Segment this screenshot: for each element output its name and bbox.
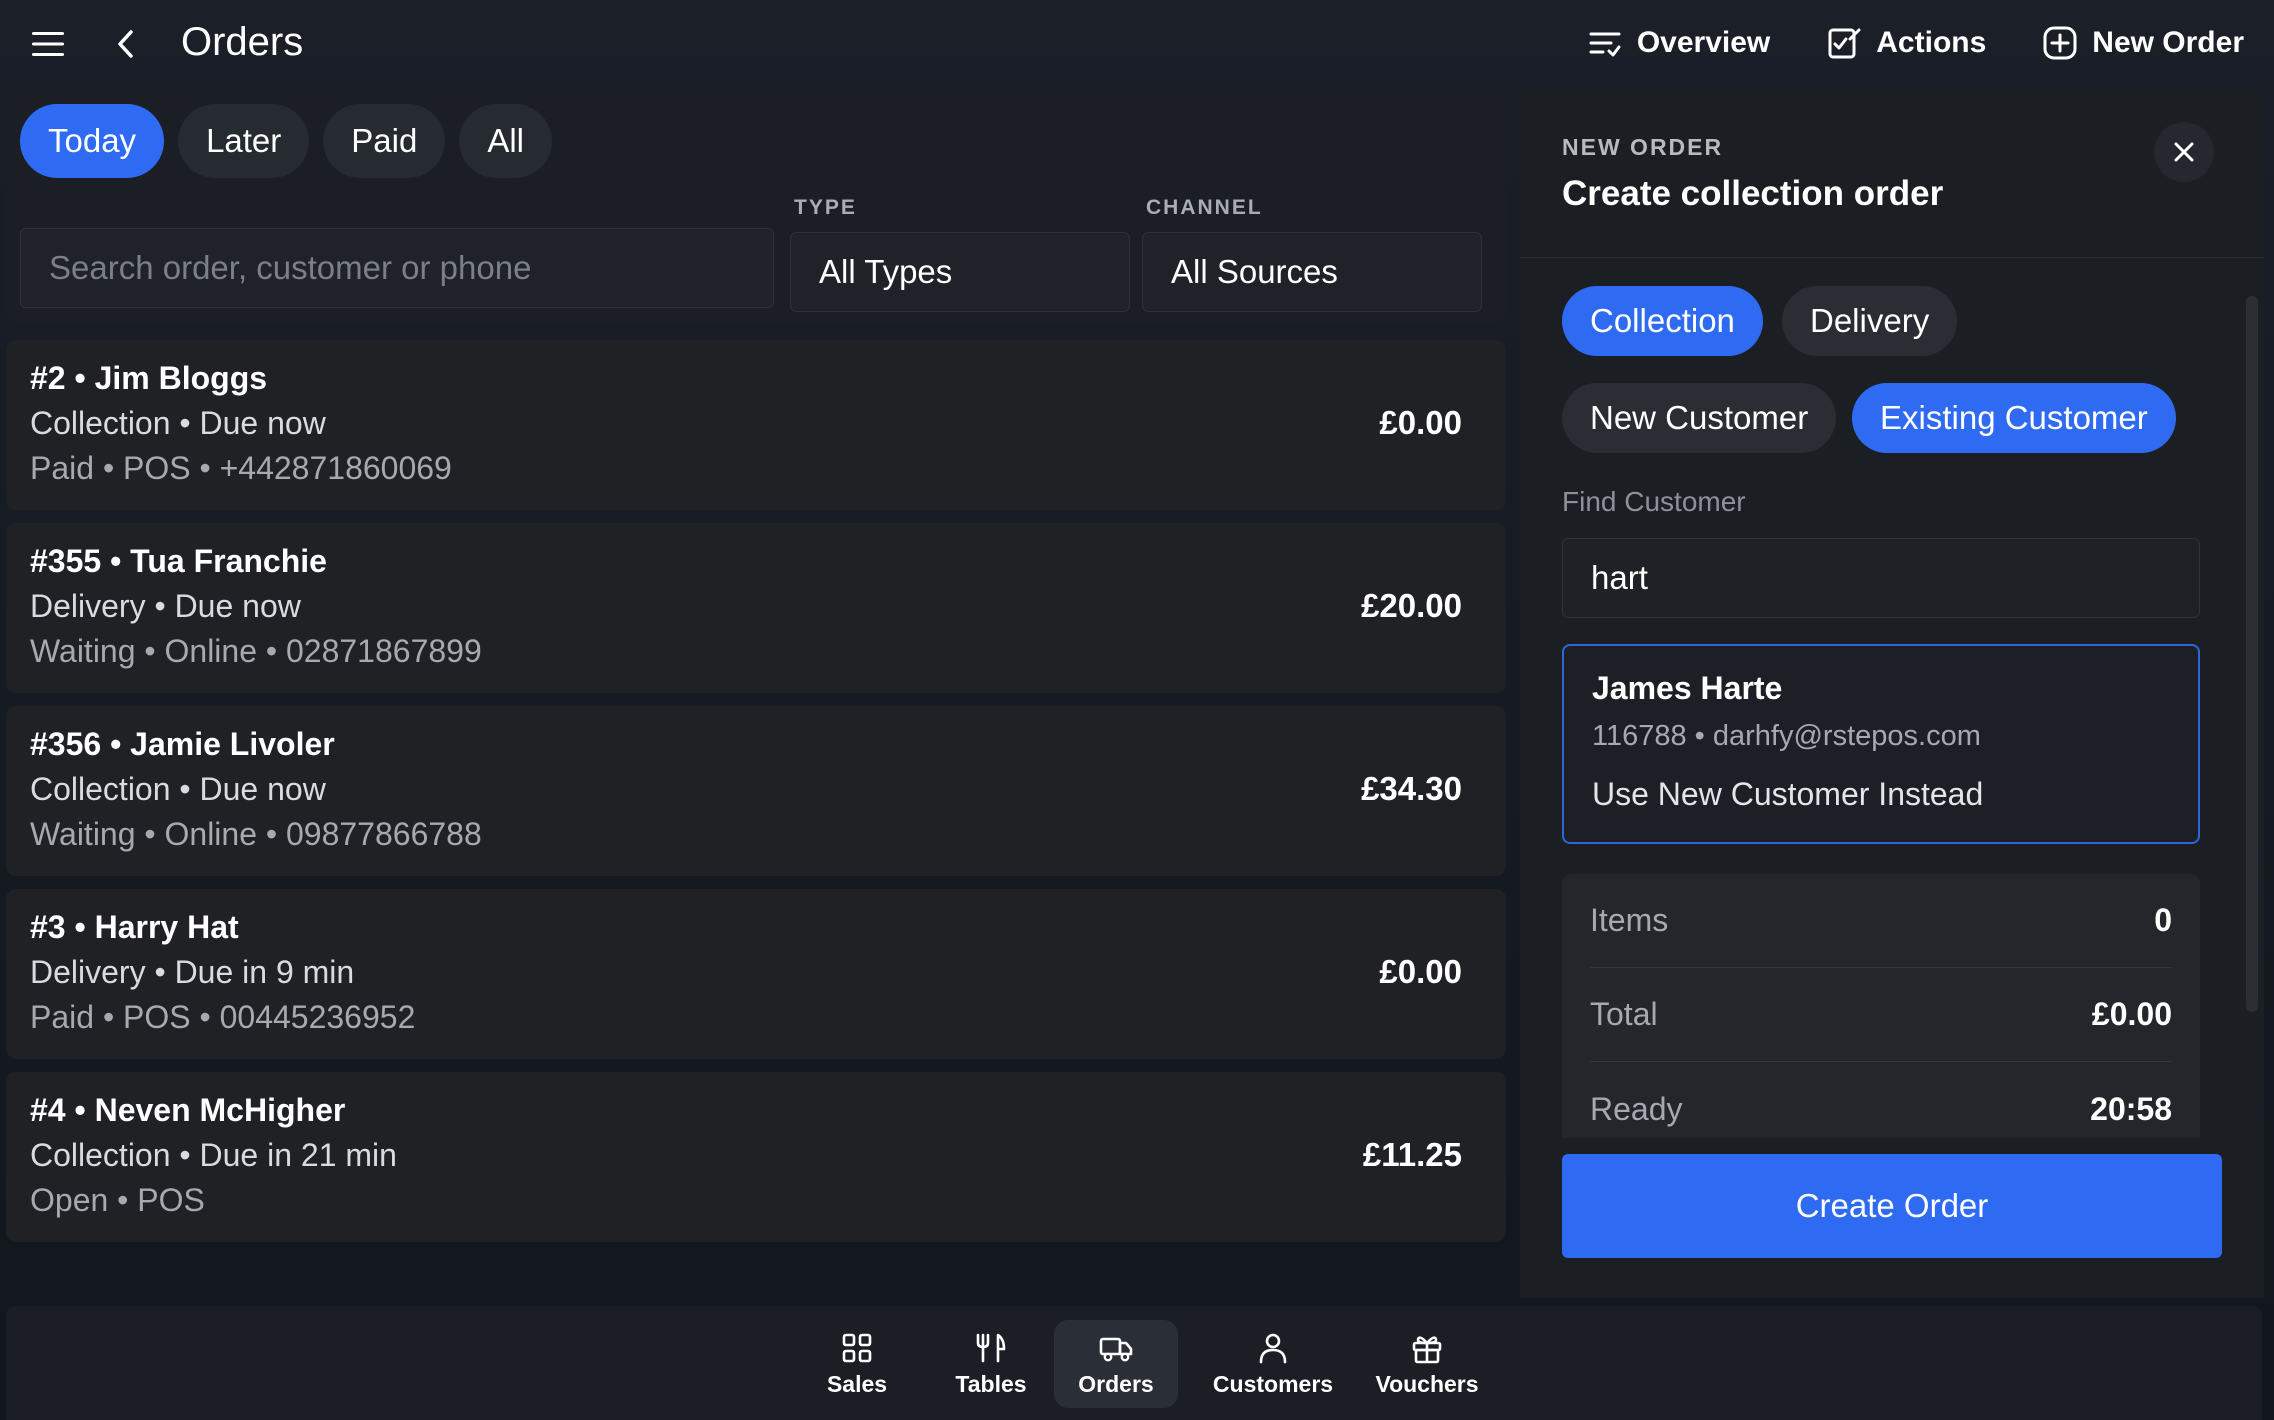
order-status-meta: Paid • POS • 00445236952 bbox=[30, 999, 416, 1035]
summary-key: Ready bbox=[1590, 1090, 1683, 1127]
order-type-due: Delivery • Due in 9 min bbox=[30, 954, 355, 990]
tab-today[interactable]: Today bbox=[20, 104, 165, 178]
tab-paid[interactable]: Paid bbox=[323, 104, 446, 178]
summary-items-row: Items 0 bbox=[1590, 874, 2172, 968]
order-title: #4 • Neven McHigher bbox=[30, 1092, 346, 1128]
cutlery-icon bbox=[976, 1333, 1006, 1362]
order-row[interactable]: #355 • Tua Franchie Delivery • Due now W… bbox=[6, 523, 1506, 693]
nav-label: Orders bbox=[1078, 1370, 1154, 1397]
close-icon bbox=[2174, 142, 2194, 162]
new-order-eyebrow: NEW ORDER bbox=[1562, 134, 1724, 160]
use-new-customer-link[interactable]: Use New Customer Instead bbox=[1592, 776, 1983, 813]
overview-label: Overview bbox=[1636, 26, 1771, 59]
person-icon bbox=[1259, 1333, 1287, 1363]
type-select[interactable]: All Types bbox=[790, 232, 1130, 312]
order-amount: £0.00 bbox=[1379, 953, 1462, 990]
date-tabs: Today Later Paid All bbox=[20, 104, 553, 178]
customer-result[interactable]: James Harte 116788 • darhfy@rstepos.com … bbox=[1562, 644, 2200, 844]
order-type-due: Delivery • Due now bbox=[30, 588, 301, 624]
order-amount: £0.00 bbox=[1379, 404, 1462, 441]
summary-key: Items bbox=[1590, 902, 1669, 938]
order-amount: £34.30 bbox=[1361, 770, 1462, 807]
order-row[interactable]: #4 • Neven McHigher Collection • Due in … bbox=[6, 1072, 1506, 1242]
page-title: Orders bbox=[181, 20, 304, 64]
new-order-title: Create collection order bbox=[1562, 174, 1944, 213]
panel-scrollbar[interactable] bbox=[2246, 296, 2258, 1012]
summary-key: Total bbox=[1590, 996, 1658, 1032]
filters-bar: Today Later Paid All Search order, custo… bbox=[6, 88, 1506, 324]
order-type-due: Collection • Due now bbox=[30, 771, 326, 807]
header-actions: Overview Actions New Order bbox=[1587, 14, 2244, 72]
top-bar: Orders Overview Actions New Order bbox=[0, 0, 2274, 88]
summary-ready-row: Ready 20:58 bbox=[1590, 1062, 2172, 1138]
app-root: Orders Overview Actions New Order Today … bbox=[0, 0, 2274, 1420]
delivery-toggle[interactable]: Delivery bbox=[1782, 286, 1958, 356]
grid-icon bbox=[842, 1333, 872, 1362]
nav-label: Vouchers bbox=[1375, 1370, 1479, 1397]
nav-label: Sales bbox=[826, 1370, 888, 1397]
actions-label: Actions bbox=[1876, 26, 1987, 59]
order-amount: £11.25 bbox=[1362, 1136, 1462, 1173]
customer-details: 116788 • darhfy@rstepos.com bbox=[1592, 720, 1981, 752]
order-amount: £20.00 bbox=[1361, 587, 1462, 624]
new-order-header: NEW ORDER Create collection order bbox=[1520, 88, 2264, 258]
channel-select[interactable]: All Sources bbox=[1142, 232, 1482, 312]
order-row[interactable]: #2 • Jim Bloggs Collection • Due now Pai… bbox=[6, 340, 1506, 510]
order-summary: Items 0 Total £0.00 Ready 20:58 bbox=[1562, 874, 2200, 1138]
orders-panel: Today Later Paid All Search order, custo… bbox=[6, 88, 1506, 1298]
menu-icon[interactable] bbox=[18, 14, 78, 74]
order-row[interactable]: #356 • Jamie Livoler Collection • Due no… bbox=[6, 706, 1506, 876]
bottom-nav: Sales Tables Orders Customers Vouchers bbox=[6, 1306, 2262, 1420]
close-button[interactable] bbox=[2154, 122, 2214, 182]
order-title: #3 • Harry Hat bbox=[30, 909, 239, 945]
existing-customer-toggle[interactable]: Existing Customer bbox=[1852, 383, 2176, 453]
type-label: TYPE bbox=[794, 196, 857, 219]
summary-value: 0 bbox=[2154, 902, 2172, 938]
nav-tables[interactable]: Tables bbox=[936, 1320, 1046, 1408]
new-customer-toggle[interactable]: New Customer bbox=[1562, 383, 1837, 453]
new-order-panel: NEW ORDER Create collection order Collec… bbox=[1520, 88, 2264, 1298]
collection-toggle[interactable]: Collection bbox=[1562, 286, 1763, 356]
tab-later[interactable]: Later bbox=[178, 104, 310, 178]
nav-orders[interactable]: Orders bbox=[1054, 1320, 1178, 1408]
tab-all[interactable]: All bbox=[459, 104, 553, 178]
actions-button[interactable]: Actions bbox=[1826, 25, 1986, 61]
order-title: #355 • Tua Franchie bbox=[30, 543, 327, 579]
new-order-button[interactable]: New Order bbox=[2042, 25, 2244, 61]
customer-name: James Harte bbox=[1592, 670, 1783, 706]
new-order-label: New Order bbox=[2092, 26, 2244, 59]
find-customer-label: Find Customer bbox=[1562, 486, 1746, 517]
order-status-meta: Waiting • Online • 02871867899 bbox=[30, 633, 482, 669]
filter-lines-icon bbox=[1589, 32, 1621, 57]
summary-total-row: Total £0.00 bbox=[1590, 968, 2172, 1062]
channel-label: CHANNEL bbox=[1146, 196, 1263, 219]
nav-label: Customers bbox=[1212, 1370, 1334, 1397]
summary-value: £0.00 bbox=[2091, 996, 2172, 1032]
overview-button[interactable]: Overview bbox=[1587, 25, 1770, 61]
back-chevron-icon[interactable] bbox=[96, 14, 156, 74]
plus-circle-icon bbox=[2043, 26, 2077, 60]
create-order-button[interactable]: Create Order bbox=[1562, 1154, 2222, 1258]
edit-checklist-icon bbox=[1828, 28, 1861, 59]
find-customer-input[interactable]: hart bbox=[1562, 538, 2200, 618]
order-type-due: Collection • Due in 21 min bbox=[30, 1137, 397, 1173]
order-status-meta: Waiting • Online • 09877866788 bbox=[30, 816, 482, 852]
order-status-meta: Paid • POS • +442871860069 bbox=[30, 450, 452, 486]
nav-customers[interactable]: Customers bbox=[1198, 1320, 1348, 1408]
summary-value: 20:58 bbox=[2090, 1090, 2172, 1127]
order-title: #356 • Jamie Livoler bbox=[30, 726, 335, 762]
nav-label: Tables bbox=[955, 1370, 1027, 1397]
delivery-truck-icon bbox=[1099, 1337, 1133, 1361]
nav-sales[interactable]: Sales bbox=[802, 1320, 912, 1408]
order-title: #2 • Jim Bloggs bbox=[30, 360, 268, 396]
order-type-due: Collection • Due now bbox=[30, 405, 326, 441]
search-input[interactable]: Search order, customer or phone bbox=[20, 228, 774, 308]
order-status-meta: Open • POS bbox=[30, 1182, 205, 1218]
nav-vouchers[interactable]: Vouchers bbox=[1362, 1320, 1492, 1408]
order-row[interactable]: #3 • Harry Hat Delivery • Due in 9 min P… bbox=[6, 889, 1506, 1059]
gift-icon bbox=[1412, 1335, 1442, 1363]
